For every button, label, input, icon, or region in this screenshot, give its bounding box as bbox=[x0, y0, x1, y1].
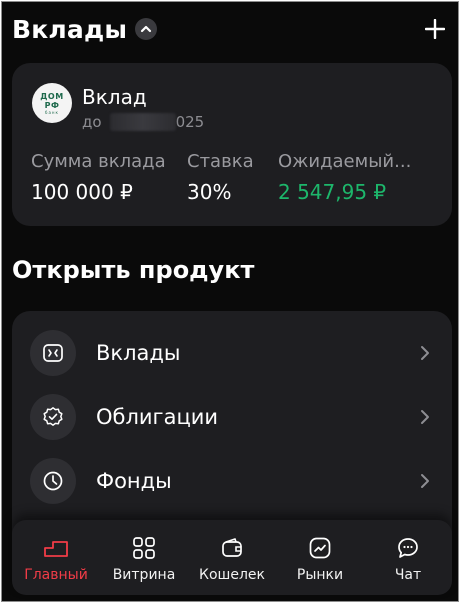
chat-icon-wrap bbox=[394, 534, 422, 562]
bank-logo: ДОМ РФ банк bbox=[32, 83, 72, 123]
bottom-navigation: Главный Витрина Кошелек Рынки Чат bbox=[12, 520, 452, 595]
product-item-bonds[interactable]: Облигации bbox=[12, 387, 452, 447]
app-screen: Вклады ДОМ РФ банк Вклад до 025 Сумма вк… bbox=[1, 1, 459, 602]
home-icon bbox=[44, 541, 68, 557]
nav-label: Чат bbox=[394, 567, 422, 583]
deposit-icon bbox=[43, 344, 63, 362]
page-title: Вклады bbox=[12, 14, 128, 44]
bank-logo-text: РФ bbox=[44, 100, 60, 110]
wallet-icon bbox=[222, 538, 242, 557]
product-list: Вклады Облигации Фонды bbox=[12, 311, 452, 541]
chevron-right-icon bbox=[421, 346, 429, 360]
rate-label: Ставка bbox=[187, 151, 254, 172]
bonds-badge-icon bbox=[43, 407, 63, 426]
header: Вклады bbox=[12, 10, 448, 48]
nav-label: Витрина bbox=[112, 567, 176, 583]
product-item-funds[interactable]: Фонды bbox=[12, 451, 452, 511]
grid-icon-wrap bbox=[130, 534, 158, 562]
collapse-button[interactable] bbox=[135, 18, 158, 40]
clock-icon bbox=[43, 471, 63, 491]
deposit-name: Вклад bbox=[82, 85, 147, 109]
deposit-term: до 025 bbox=[82, 113, 204, 131]
chevron-right-icon bbox=[421, 410, 429, 424]
deposit-term-suffix: 025 bbox=[175, 113, 205, 131]
product-item-deposits[interactable]: Вклады bbox=[12, 323, 452, 383]
chat-icon bbox=[398, 538, 418, 558]
deposit-icon-wrap bbox=[30, 330, 76, 376]
deposit-card[interactable]: ДОМ РФ банк Вклад до 025 Сумма вклада 10… bbox=[12, 63, 452, 226]
bank-logo-text: ДОМ bbox=[40, 91, 64, 101]
funds-icon-wrap bbox=[30, 458, 76, 504]
nav-markets[interactable]: Рынки bbox=[276, 520, 364, 595]
home-icon-wrap bbox=[42, 534, 70, 562]
deposit-rate: Ставка 30% bbox=[187, 151, 277, 204]
sum-value: 100 000 ₽ bbox=[31, 180, 133, 204]
bonds-icon-wrap bbox=[30, 394, 76, 440]
plus-icon bbox=[425, 19, 445, 39]
expected-value: 2 547,95 ₽ bbox=[278, 180, 387, 204]
open-product-title: Открыть продукт bbox=[12, 256, 255, 284]
chart-icon bbox=[309, 537, 331, 559]
product-label: Фонды bbox=[96, 469, 172, 493]
nav-home[interactable]: Главный bbox=[12, 520, 100, 595]
sum-label: Сумма вклада bbox=[31, 151, 166, 172]
chevron-up-icon bbox=[141, 25, 152, 33]
deposit-term-prefix: до bbox=[82, 113, 102, 131]
nav-label: Кошелек bbox=[199, 567, 265, 583]
chart-icon-wrap bbox=[306, 534, 334, 562]
chevron-right-icon bbox=[421, 474, 429, 488]
deposit-expected: Ожидаемый... 2 547,95 ₽ bbox=[278, 151, 443, 204]
deposit-sum: Сумма вклада 100 000 ₽ bbox=[31, 151, 186, 204]
nav-showcase[interactable]: Витрина bbox=[100, 520, 188, 595]
product-label: Вклады bbox=[96, 341, 181, 365]
product-label: Облигации bbox=[96, 405, 219, 429]
nav-label: Главный bbox=[24, 567, 88, 583]
nav-chat[interactable]: Чат bbox=[364, 520, 452, 595]
rate-value: 30% bbox=[187, 180, 232, 204]
wallet-icon-wrap bbox=[218, 534, 246, 562]
grid-icon bbox=[133, 537, 155, 559]
expected-label: Ожидаемый... bbox=[278, 151, 412, 172]
nav-wallet[interactable]: Кошелек bbox=[188, 520, 276, 595]
nav-label: Рынки bbox=[296, 567, 344, 583]
redacted-date bbox=[109, 113, 176, 131]
bank-logo-text: банк bbox=[45, 109, 59, 115]
add-deposit-button[interactable] bbox=[422, 16, 448, 42]
